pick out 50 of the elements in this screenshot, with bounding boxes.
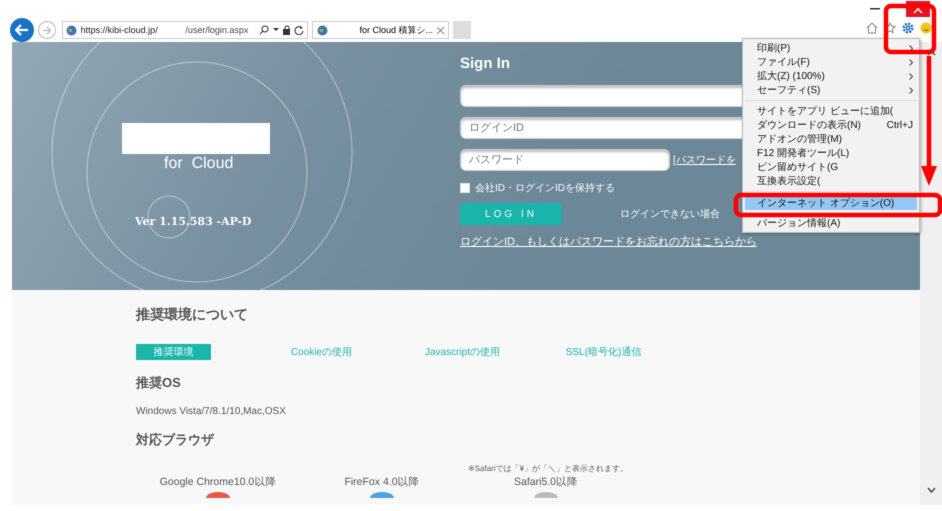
forgot-link[interactable]: ログインID、もしくはパスワードをお忘れの方はこちらから <box>460 234 920 249</box>
menu-item[interactable]: セーフティ(S) <box>743 83 919 97</box>
menu-item[interactable]: 印刷(P) <box>743 41 919 55</box>
search-icon[interactable] <box>259 25 269 35</box>
product-name: for Cloud <box>164 155 234 173</box>
os-heading: 推奨OS <box>136 374 182 392</box>
scroll-down-icon[interactable] <box>926 487 936 493</box>
os-text: Windows Vista/7/8.1/10,Mac,OSX <box>136 406 287 417</box>
shortcut-label: Ctrl+J <box>886 120 913 130</box>
close-icon[interactable] <box>437 26 444 34</box>
globe-icon <box>317 24 328 36</box>
refresh-icon[interactable] <box>294 25 304 35</box>
menu-item[interactable]: ピン留めサイト(G <box>743 160 919 174</box>
menu-item[interactable]: 互換表示設定( <box>743 174 919 188</box>
menu-item[interactable]: ファイル(F) <box>743 55 919 69</box>
browser-name: Safari5.0以降 <box>514 475 578 489</box>
highlight-frame <box>884 4 936 54</box>
menu-item[interactable]: サイトをアプリ ビューに追加( <box>743 104 919 118</box>
url-host: https://kibi-cloud.jp/ <box>80 25 159 35</box>
trouble-link[interactable]: ログインできない場合 <box>620 207 720 221</box>
menu-item[interactable]: 拡大(Z) (100%) <box>743 69 919 83</box>
password-field[interactable]: パスワード <box>460 149 670 171</box>
version-label: Ver 1.15.583 -AP-D <box>135 215 252 228</box>
browser-tab[interactable]: for Cloud 積算シ... <box>312 21 449 39</box>
settings-icon[interactable] <box>902 22 914 34</box>
browser-name: Google Chrome10.0以降 <box>160 475 276 489</box>
menu-item[interactable]: ダウンロードの表示(N) Ctrl+J <box>743 118 919 132</box>
scroll-up-icon[interactable] <box>926 50 936 56</box>
minimize-icon[interactable] <box>870 8 880 10</box>
forward-arrow-icon <box>42 26 52 34</box>
back-button[interactable] <box>10 18 34 42</box>
tab-title: for Cloud 積算シ... <box>358 24 433 36</box>
safari-note: ※Safariでは「¥」が「＼」と表示されます。 <box>468 463 630 474</box>
back-arrow-icon <box>15 24 29 36</box>
sign-in-title: Sign In <box>460 55 510 74</box>
menu-item[interactable]: バージョン情報(A) <box>743 216 919 230</box>
globe-icon <box>66 24 77 36</box>
lock-icon <box>282 25 290 35</box>
password-link[interactable]: [パスワードを <box>673 153 736 167</box>
url-path: /user/login.aspx <box>185 25 250 35</box>
address-field[interactable]: https://kibi-cloud.jp/ /user/login.aspx <box>62 21 308 39</box>
browser-name: FireFox 4.0以降 <box>344 475 420 489</box>
smiley-icon[interactable] <box>920 22 932 34</box>
dropdown-icon[interactable] <box>272 28 279 32</box>
section-heading: 推奨環境について <box>136 306 249 324</box>
remember-checkbox[interactable] <box>460 183 470 193</box>
remember-label: 会社ID・ログインIDを保持する <box>475 182 615 195</box>
home-icon[interactable] <box>866 22 878 34</box>
menu-item[interactable]: F12 開発者ツール(L) <box>743 146 919 160</box>
browser-heading: 対応ブラウザ <box>136 431 216 449</box>
